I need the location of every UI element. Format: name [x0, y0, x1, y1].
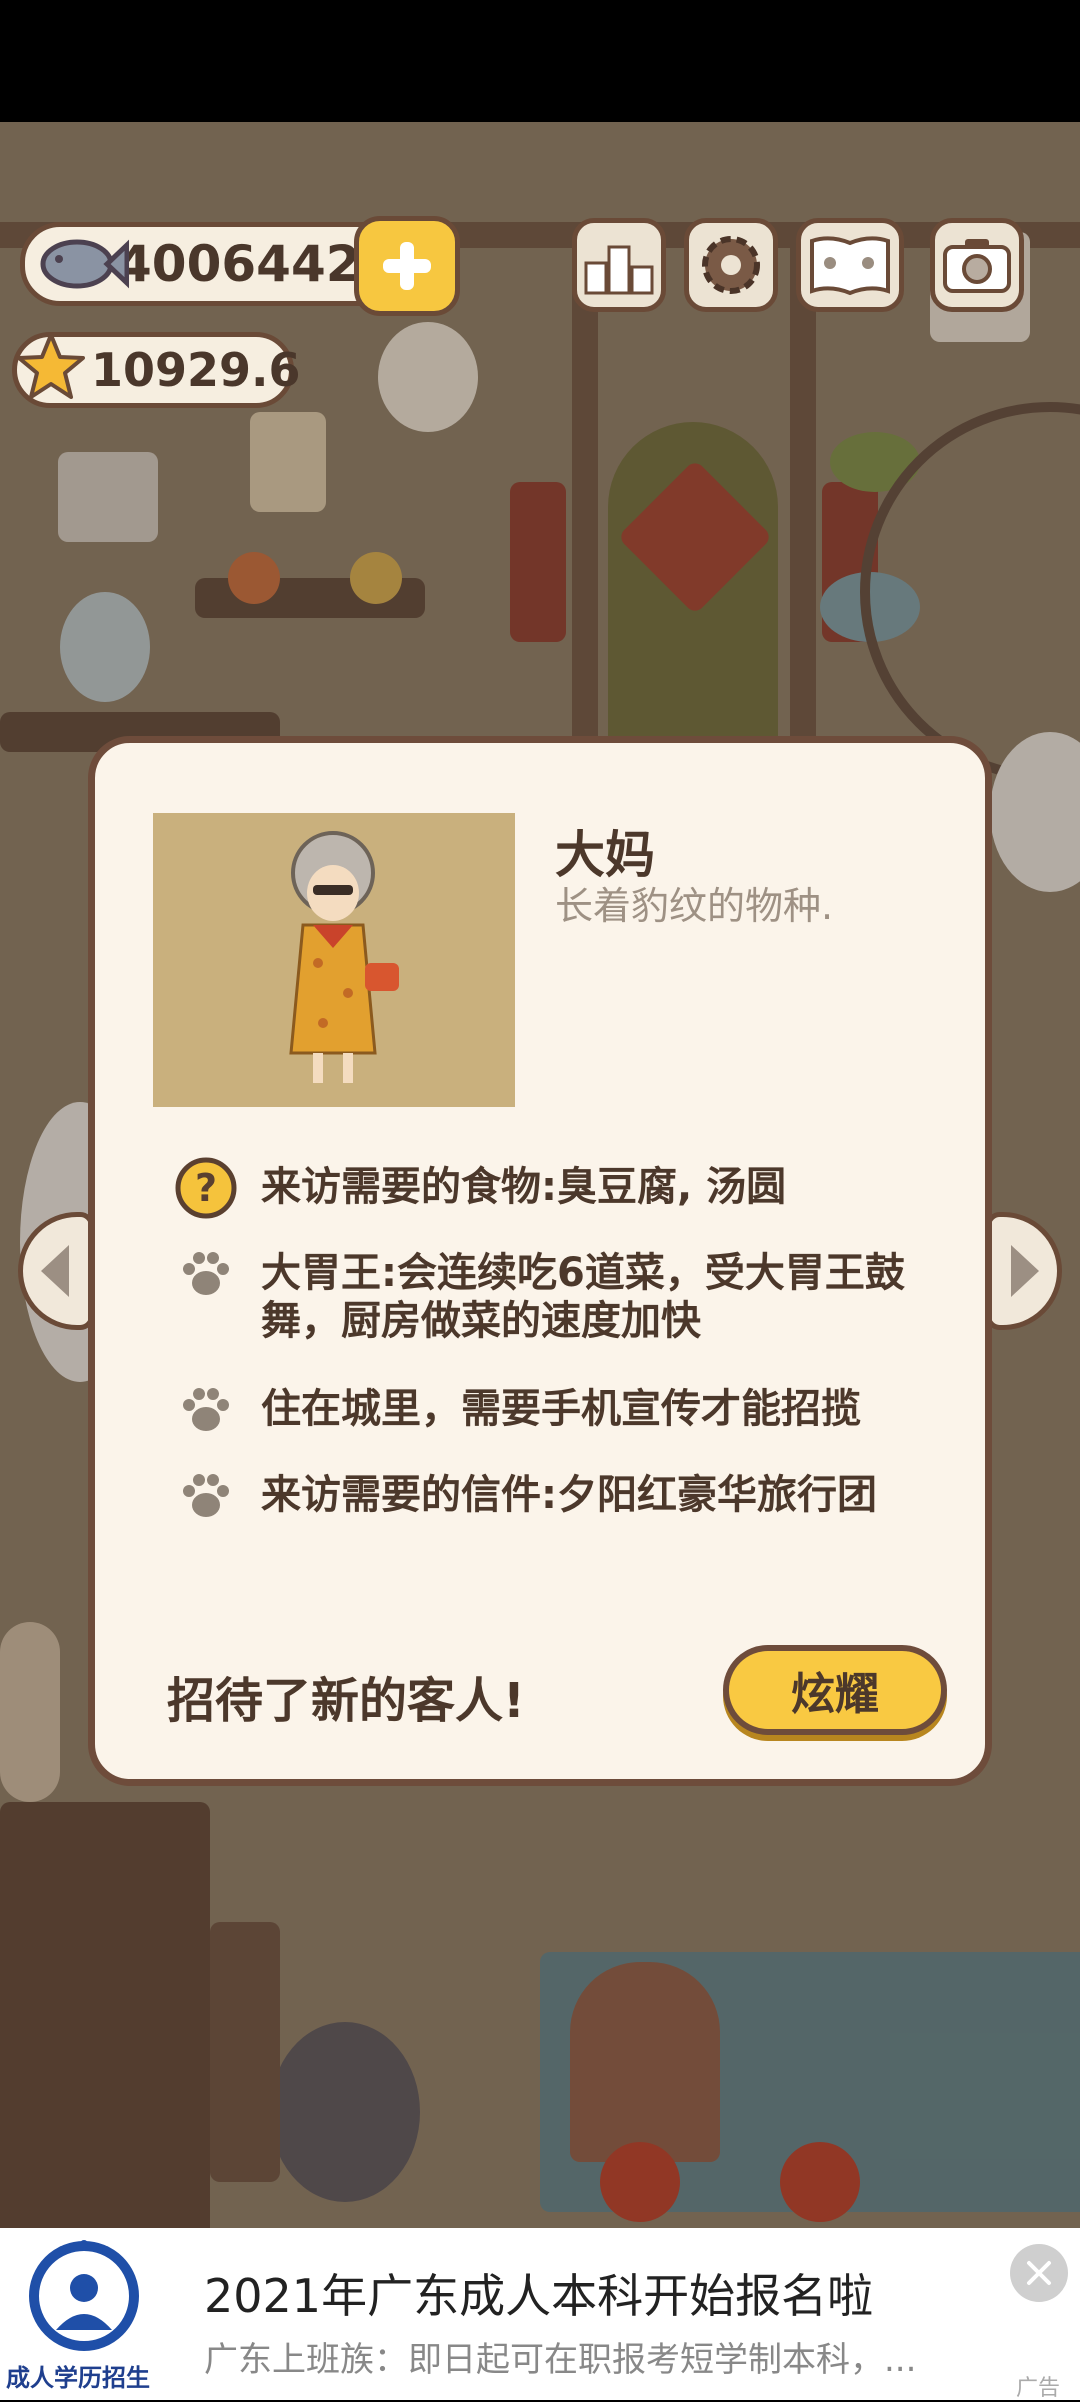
trait-big-eater: 大胃王:会连续吃6道菜，受大胃王鼓舞，厨房做菜的速度加快 — [173, 1241, 951, 1345]
auntie-character-icon — [289, 831, 399, 1083]
paw-book-icon — [810, 236, 890, 296]
previous-guest-button[interactable] — [18, 1212, 94, 1330]
trait-letter: 来访需要的信件:夕阳红豪华旅行团 — [173, 1463, 951, 1529]
fish-currency-counter: 4006442 — [20, 222, 410, 306]
guest-description: 长着豹纹的物种. — [555, 884, 834, 928]
guest-portrait — [153, 813, 515, 1107]
paw-icon — [183, 1388, 229, 1431]
trait-city-dweller: 住在城里，需要手机宣传才能招揽 — [173, 1377, 951, 1443]
new-guest-message: 招待了新的客人! — [167, 1673, 525, 1729]
collection-book-button[interactable] — [796, 218, 904, 312]
ad-close-button[interactable] — [1010, 2244, 1068, 2302]
next-guest-button[interactable] — [986, 1212, 1062, 1330]
share-button[interactable]: 炫耀 — [723, 1645, 947, 1735]
ad-subtitle: 广东上班族：即日起可在职报考短学制本科，... — [204, 2340, 917, 2380]
star-count: 10929.6 — [91, 343, 301, 397]
add-fish-button[interactable] — [354, 216, 460, 316]
trait-food: ? 来访需要的食物:臭豆腐, 汤圆 — [173, 1155, 951, 1221]
star-rating-counter: 10929.6 — [12, 332, 301, 408]
svg-text:?: ? — [195, 1166, 217, 1210]
ad-logo-text: 成人学历招生 — [6, 2364, 150, 2392]
plus-icon — [383, 242, 431, 290]
star-icon — [17, 333, 85, 399]
paw-icon — [183, 1474, 229, 1517]
camera-icon — [943, 239, 1011, 293]
ranking-icon — [584, 245, 654, 295]
fish-count: 4006442 — [117, 235, 361, 293]
close-icon — [1027, 2261, 1051, 2285]
trait-text: 来访需要的信件:夕阳红豪华旅行团 — [261, 1472, 877, 1518]
fish-icon — [40, 239, 129, 289]
ad-banner[interactable]: 成人学历招生 2021年广东成人本科开始报名啦 广东上班族：即日起可在职报考短学… — [0, 2228, 1080, 2401]
settings-button[interactable] — [684, 218, 778, 312]
arrow-right-icon — [1011, 1245, 1039, 1297]
camera-button[interactable] — [930, 218, 1024, 312]
ranking-button[interactable] — [572, 218, 666, 312]
trait-text: 住在城里，需要手机宣传才能招揽 — [261, 1386, 861, 1432]
paw-icon — [183, 1252, 229, 1295]
ad-title[interactable]: 2021年广东成人本科开始报名啦 — [204, 2260, 873, 2326]
ad-label: 广告 — [1016, 2376, 1061, 2401]
settings-gear-icon — [702, 236, 760, 294]
question-icon: ? — [175, 1157, 237, 1219]
status-bar — [0, 0, 1080, 122]
trait-text: 来访需要的食物:臭豆腐, 汤圆 — [261, 1164, 787, 1210]
trait-text: 大胃王:会连续吃6道菜，受大胃王鼓舞，厨房做菜的速度加快 — [261, 1250, 905, 1344]
guest-info-dialog: 大妈 长着豹纹的物种. ? 来访需要的食物:臭豆腐, 汤圆 大胃王:会连续吃6道… — [88, 736, 992, 1786]
arrow-left-icon — [41, 1245, 69, 1297]
education-logo-icon — [29, 2240, 139, 2351]
